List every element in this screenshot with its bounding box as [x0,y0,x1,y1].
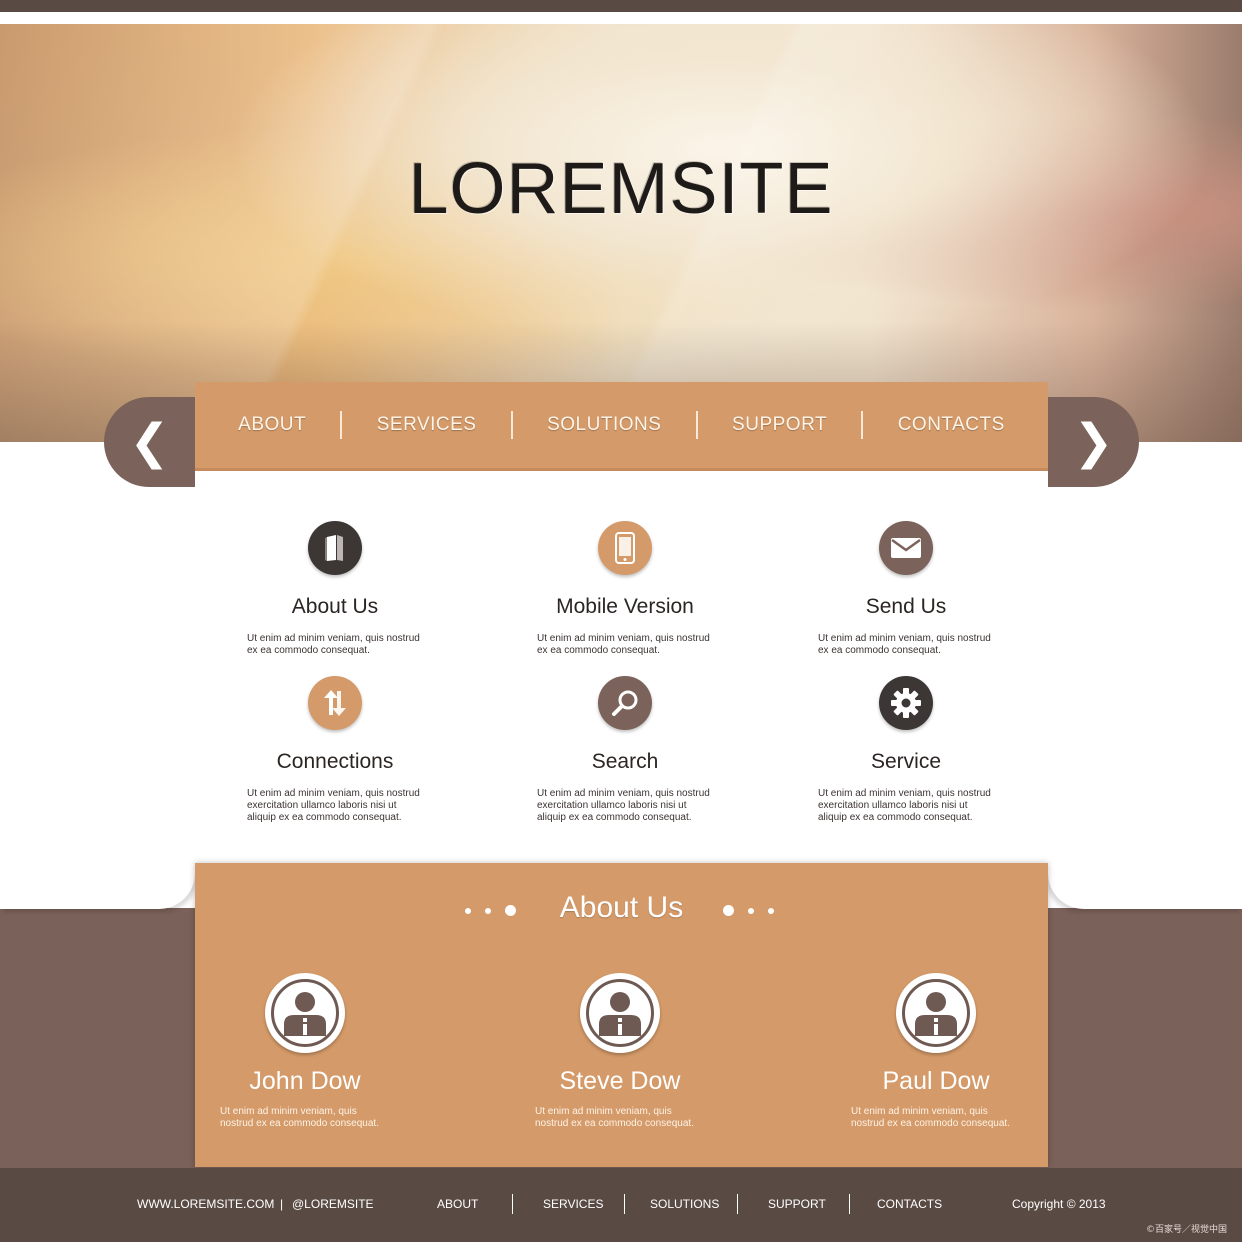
footer-link-support[interactable]: SUPPORT [768,1197,826,1211]
team-member-john[interactable]: John Dow Ut enim ad minim veniam, quis n… [195,973,415,1130]
top-strip [0,0,1242,12]
top-strip-gap [0,12,1242,24]
feature-text: Ut enim ad minim veniam, quis nostrud ex… [247,633,420,656]
team-member-steve[interactable]: Steve Dow Ut enim ad minim veniam, quis … [510,973,730,1130]
feature-title: Search [591,750,659,773]
nav-separator [340,411,343,439]
feature-title: Service [870,750,942,773]
footer-link-about[interactable]: ABOUT [437,1197,478,1211]
footer-link-solutions[interactable]: SOLUTIONS [650,1197,719,1211]
footer-link-separator [737,1194,738,1214]
nav-separator [510,411,513,439]
watermark: ©百家号／视觉中国 [1146,1225,1228,1235]
nav-solutions[interactable]: SOLUTIONS [547,414,661,436]
feature-text: Ut enim ad minim veniam, quis nostrud ex… [247,788,420,823]
feature-text: Ut enim ad minim veniam, quis nostrud ex… [818,633,991,656]
person-name: John Dow [249,1067,361,1095]
chevron-left-icon: ❮ [129,414,170,470]
footer-link-separator [512,1194,513,1214]
feature-title: Send Us [865,595,947,618]
avatar [896,973,976,1053]
feature-about-us[interactable]: About Us Ut enim ad minim veniam, quis n… [210,521,460,657]
feature-title: Mobile Version [556,595,694,618]
nav-separator [695,411,698,439]
footer-divider: | [280,1197,284,1211]
nav-support[interactable]: SUPPORT [732,414,827,436]
nav-contacts[interactable]: CONTACTS [898,414,1005,436]
nav-services[interactable]: SERVICES [377,414,477,436]
feature-connections[interactable]: Connections Ut enim ad minim veniam, qui… [210,676,460,824]
feature-send-us[interactable]: Send Us Ut enim ad minim veniam, quis no… [781,521,1031,657]
envelope-icon [879,521,933,575]
magnifier-icon [598,676,652,730]
feature-title: About Us [291,595,379,618]
mobile-phone-icon [598,521,652,575]
person-name: Steve Dow [559,1067,681,1095]
footer-link-services[interactable]: SERVICES [543,1197,603,1211]
person-name: Paul Dow [882,1067,990,1095]
about-heading: About Us [559,891,684,924]
chevron-right-icon: ❯ [1073,414,1114,470]
feature-search[interactable]: Search Ut enim ad minim veniam, quis nos… [500,676,750,824]
footer-handle-link[interactable]: @LOREMSITE [292,1197,374,1211]
exchange-arrows-icon [308,676,362,730]
next-arrow-button[interactable]: ❯ [1048,397,1139,487]
footer-link-separator [624,1194,625,1214]
footer-copyright: Copyright © 2013 [1012,1197,1106,1211]
prev-arrow-button[interactable]: ❮ [104,397,195,487]
user-icon [271,979,339,1047]
nav-separator [861,411,864,439]
avatar [580,973,660,1053]
book-icon [308,521,362,575]
feature-text: Ut enim ad minim veniam, quis nostrud ex… [537,788,710,823]
site-title: LOREMSITE [408,149,834,229]
footer-link-separator [849,1194,850,1214]
feature-title: Connections [276,750,394,773]
team-member-paul[interactable]: Paul Dow Ut enim ad minim veniam, quis n… [826,973,1046,1130]
footer: WWW.LOREMSITE.COM | @LOREMSITE ABOUT SER… [0,1168,1242,1242]
person-text: Ut enim ad minim veniam, quis nostrud ex… [535,1106,694,1129]
hero-banner [0,24,1242,442]
band-curve-right [1048,862,1242,909]
feature-text: Ut enim ad minim veniam, quis nostrud ex… [537,633,710,656]
user-icon [902,979,970,1047]
footer-website-link[interactable]: WWW.LOREMSITE.COM [137,1197,274,1211]
feature-text: Ut enim ad minim veniam, quis nostrud ex… [818,788,991,823]
main-nav: ABOUT SERVICES SOLUTIONS SUPPORT CONTACT… [195,382,1048,471]
feature-mobile-version[interactable]: Mobile Version Ut enim ad minim veniam, … [500,521,750,657]
person-text: Ut enim ad minim veniam, quis nostrud ex… [220,1106,379,1129]
gear-icon [879,676,933,730]
footer-link-contacts[interactable]: CONTACTS [877,1197,942,1211]
dots-right-decoration [723,905,774,916]
nav-about[interactable]: ABOUT [238,414,306,436]
avatar [265,973,345,1053]
feature-service[interactable]: Service Ut enim ad minim veniam, quis no… [781,676,1031,824]
person-text: Ut enim ad minim veniam, quis nostrud ex… [851,1106,1010,1129]
band-curve-left [0,862,195,909]
user-icon [586,979,654,1047]
